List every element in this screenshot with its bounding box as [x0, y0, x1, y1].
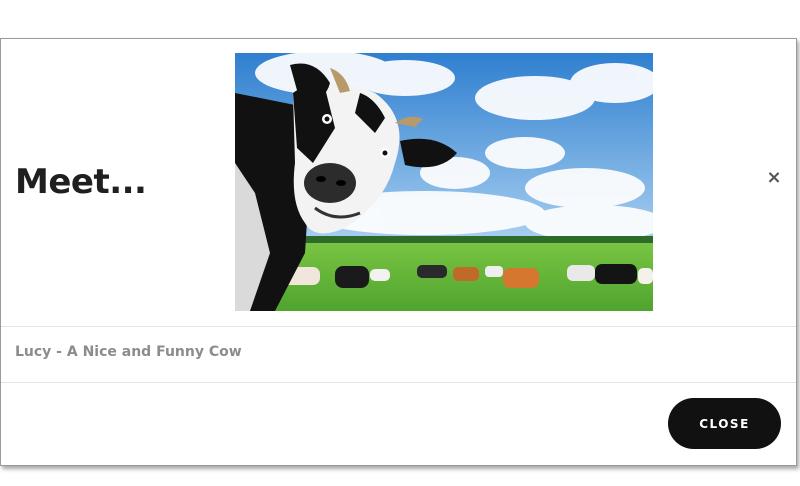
- close-icon[interactable]: ×: [765, 169, 783, 187]
- cow-photo: [235, 53, 653, 311]
- close-button[interactable]: CLOSE: [668, 398, 781, 449]
- modal-dialog: Meet... × Lucy - A Nice and Funny Cow CL…: [0, 38, 797, 466]
- divider-bottom: [1, 382, 796, 383]
- divider-top: [1, 326, 796, 327]
- modal-title: Meet...: [15, 162, 147, 202]
- image-caption: Lucy - A Nice and Funny Cow: [15, 344, 242, 360]
